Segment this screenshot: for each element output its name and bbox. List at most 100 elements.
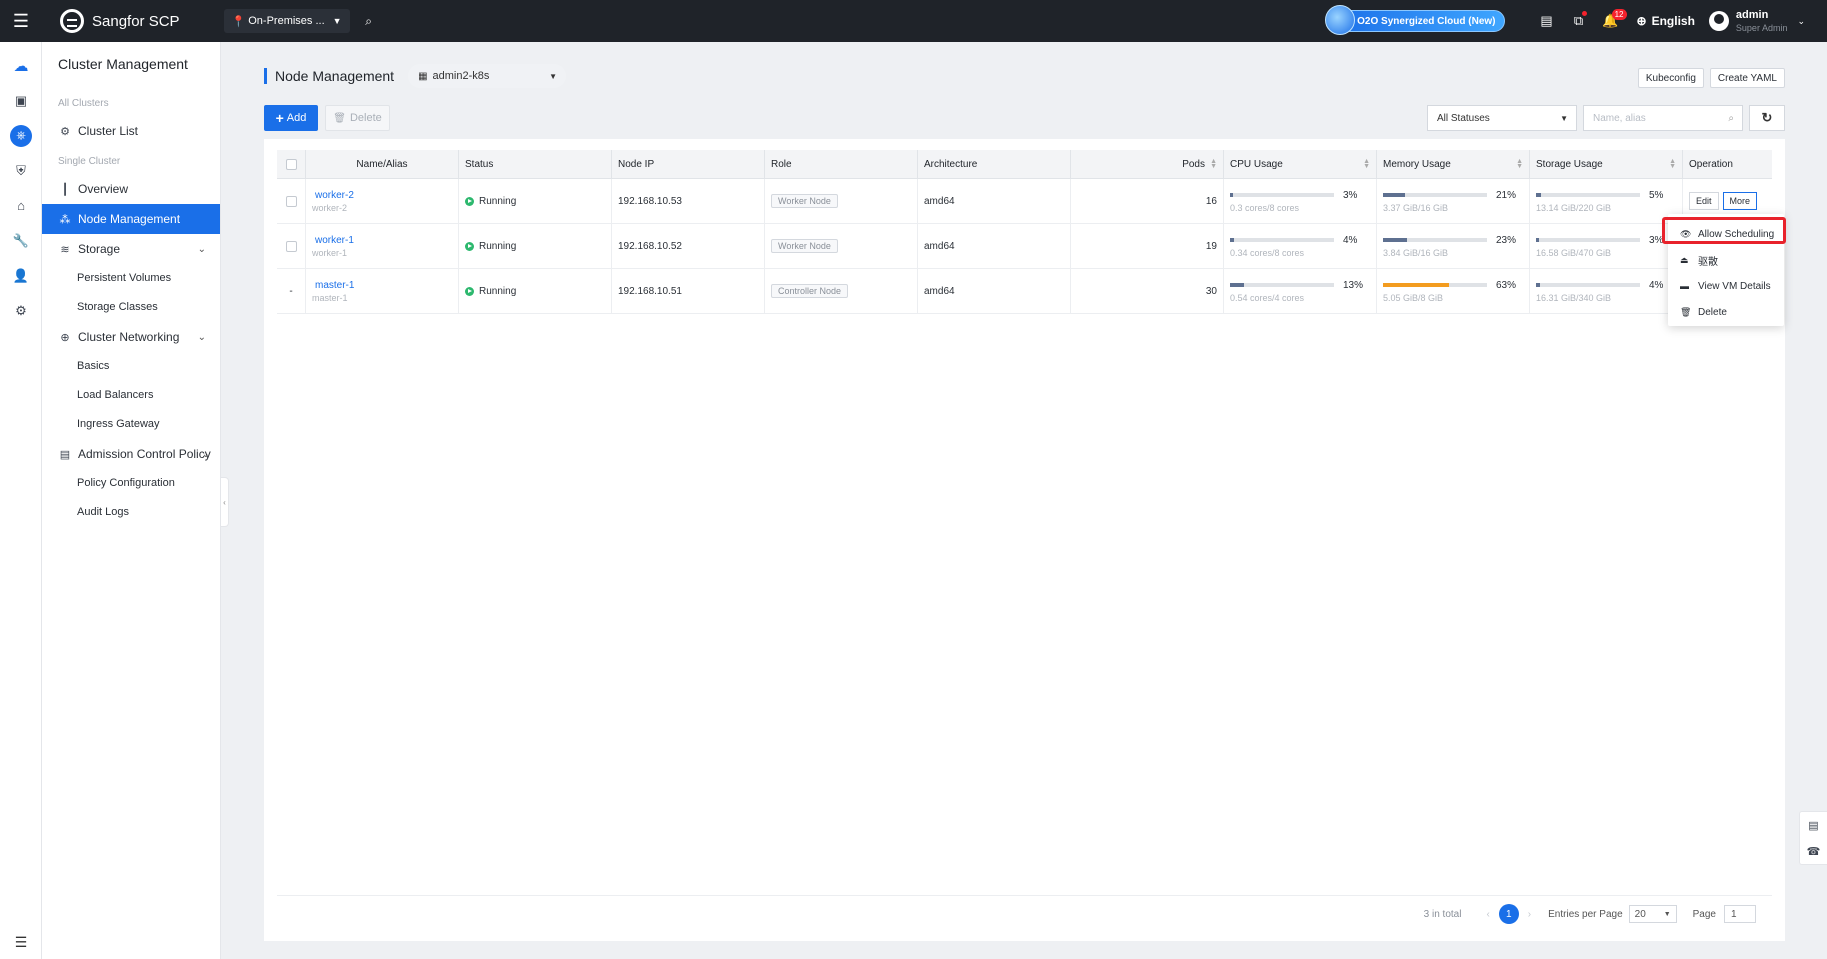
header-storage[interactable]: Storage Usage ▲ ▼ (1530, 150, 1683, 178)
sidebar-item-admission-control[interactable]: ▤ Admission Control Policy ⌄ (42, 439, 220, 469)
mem-usage-detail: 5.05 GiB/8 GiB (1383, 293, 1444, 303)
status-filter-select[interactable]: All Statuses ▼ (1427, 105, 1577, 131)
task-list-icon[interactable]: ▤ (1531, 0, 1563, 42)
node-pods: 16 (1071, 179, 1224, 223)
sidebar-item-audit-logs[interactable]: Audit Logs (42, 498, 220, 527)
shield-icon[interactable]: ⛨ (0, 153, 42, 188)
location-selector[interactable]: 📍 On-Premises ... ▼ (223, 9, 350, 33)
cluster-selector[interactable]: ▦ admin2-k8s ▼ (408, 64, 567, 88)
header-status: Status (459, 150, 612, 178)
node-pods: 30 (1071, 269, 1224, 313)
select-all-checkbox[interactable] (285, 158, 297, 170)
row-memory-cell: 63% 5.05 GiB/8 GiB (1377, 269, 1530, 313)
sidebar-item-overview[interactable]: ┃ Overview (42, 174, 220, 204)
sidebar-item-policy-configuration[interactable]: Policy Configuration (42, 469, 220, 498)
page-header: Node Management ▦ admin2-k8s ▼ Kubeconfi… (264, 61, 1785, 91)
menu-item-evict[interactable]: ⏏ 驱散 (1668, 247, 1784, 273)
alert-doc-icon[interactable]: ⧉ (1563, 0, 1595, 42)
row-cpu-cell: 3% 0.3 cores/8 cores (1224, 179, 1377, 223)
row-status-cell: Running (459, 179, 612, 223)
sidebar-item-storage[interactable]: ≋ Storage ⌄ (42, 234, 220, 264)
page-title: Node Management (275, 68, 395, 84)
sidebar-item-storage-classes[interactable]: Storage Classes (42, 293, 220, 322)
row-name-cell: master-1 master-1 (306, 269, 459, 313)
brand-logo[interactable]: Sangfor SCP (60, 9, 180, 33)
entries-label: Entries per Page (1548, 908, 1623, 920)
node-ip: 192.168.10.53 (612, 179, 765, 223)
sidebar-item-node-management[interactable]: ⁂ Node Management (42, 204, 220, 234)
sidebar-item-ingress-gateway[interactable]: Ingress Gateway (42, 410, 220, 439)
refresh-button[interactable]: ↻ (1749, 105, 1785, 131)
promo-banner[interactable]: O2O Synergized Cloud (New) (1325, 5, 1505, 35)
chevron-down-icon: ⌄ (197, 331, 206, 343)
sidebar-item-cluster-networking[interactable]: ⊕ Cluster Networking ⌄ (42, 322, 220, 352)
cloud-icon[interactable]: ☁ (0, 48, 42, 83)
kubernetes-icon[interactable]: ⎈ (0, 118, 42, 153)
row-checkbox[interactable] (285, 240, 297, 252)
sidebar-item-load-balancers[interactable]: Load Balancers (42, 381, 220, 410)
mem-usage: 63% 5.05 GiB/8 GiB (1383, 279, 1523, 303)
node-name-link[interactable]: worker-1 (312, 234, 354, 247)
global-search-icon[interactable]: ⌕ (360, 12, 378, 30)
wrench-icon[interactable]: 🔧 (0, 223, 42, 258)
support-icon[interactable]: ☎ (1807, 845, 1821, 858)
header-select-all[interactable] (277, 150, 306, 178)
sort-icon[interactable]: ▲ ▼ (1210, 158, 1217, 170)
sidebar-item-cluster-list[interactable]: ⚙ Cluster List (42, 116, 220, 146)
user-icon[interactable]: 👤 (0, 258, 42, 293)
location-pin-icon: 📍 (231, 15, 246, 28)
bell-icon[interactable]: 🔔 12 (1595, 0, 1627, 42)
caret-down-icon: ▼ (332, 16, 342, 26)
home-cloud-icon[interactable]: ⌂ (0, 188, 42, 223)
header-memory[interactable]: Memory Usage ▲ ▼ (1377, 150, 1530, 178)
page-jump-input[interactable]: 1 (1724, 905, 1756, 923)
row-checkbox[interactable] (285, 195, 297, 207)
add-button[interactable]: + Add (264, 105, 318, 131)
user-menu[interactable]: admin Super Admin ⌄ (1708, 9, 1805, 34)
sidebar-item-persistent-volumes[interactable]: Persistent Volumes (42, 264, 220, 293)
sort-icon[interactable]: ▲ ▼ (1363, 158, 1370, 170)
sidebar-collapse-handle[interactable]: ‹ (221, 477, 229, 527)
next-page-icon[interactable]: › (1528, 909, 1531, 920)
monitor-icon[interactable]: ▣ (0, 83, 42, 118)
page-number-current[interactable]: 1 (1498, 904, 1519, 924)
more-button[interactable]: More (1722, 192, 1758, 210)
cpu-usage: 4% 0.34 cores/8 cores (1230, 234, 1370, 258)
entries-per-page-select[interactable]: 20 ▼ (1628, 905, 1677, 923)
location-label: On-Premises ... (248, 15, 325, 27)
edit-button[interactable]: Edit (1689, 192, 1719, 210)
search-icon: ⌕ (1728, 112, 1734, 124)
search-input[interactable]: Name, alias ⌕ (1583, 105, 1743, 131)
sidebar-item-basics[interactable]: Basics (42, 352, 220, 381)
create-yaml-button[interactable]: Create YAML (1709, 68, 1785, 88)
cluster-icon: ▦ (418, 70, 428, 82)
header-cpu[interactable]: CPU Usage ▲ ▼ (1224, 150, 1377, 178)
row-storage-cell: 3% 16.58 GiB/470 GiB (1530, 224, 1683, 268)
header-memory-label: Memory Usage (1383, 158, 1451, 170)
notes-icon[interactable]: ▤ (1808, 819, 1818, 832)
header-pods[interactable]: Pods ▲ ▼ (1071, 150, 1224, 178)
cpu-usage-bar (1230, 238, 1334, 242)
delete-button[interactable]: 🗑 Delete (325, 105, 390, 131)
status-filter-value: All Statuses (1437, 112, 1490, 124)
header-storage-label: Storage Usage (1536, 158, 1603, 170)
chevron-down-icon: ⌄ (1797, 15, 1805, 26)
node-architecture: amd64 (918, 269, 1071, 313)
sort-icon[interactable]: ▲ ▼ (1669, 158, 1676, 170)
settings-icon[interactable]: ⚙ (0, 293, 42, 328)
row-status-cell: Running (459, 224, 612, 268)
node-name-link[interactable]: master-1 (312, 279, 354, 292)
table-row: - master-1 master-1 Running 192.168.10.51 Con… (277, 269, 1772, 314)
sort-icon[interactable]: ▲ ▼ (1516, 158, 1523, 170)
menu-item-view-vm-details[interactable]: ▬ View VM Details (1668, 273, 1784, 299)
kubeconfig-button[interactable]: Kubeconfig (1637, 68, 1704, 88)
menu-icon[interactable]: ☰ (0, 0, 42, 42)
collapse-menu-icon[interactable]: ☰ (0, 934, 42, 951)
language-selector[interactable]: ⊕ English (1637, 14, 1695, 28)
node-name-link[interactable]: worker-2 (312, 189, 354, 202)
cpu-usage: 3% 0.3 cores/8 cores (1230, 189, 1370, 213)
menu-item-delete[interactable]: 🗑 Delete (1668, 299, 1784, 325)
node-architecture: amd64 (918, 179, 1071, 223)
prev-page-icon[interactable]: ‹ (1486, 909, 1489, 920)
floating-toolbar: ▤ ☎ (1799, 811, 1827, 865)
